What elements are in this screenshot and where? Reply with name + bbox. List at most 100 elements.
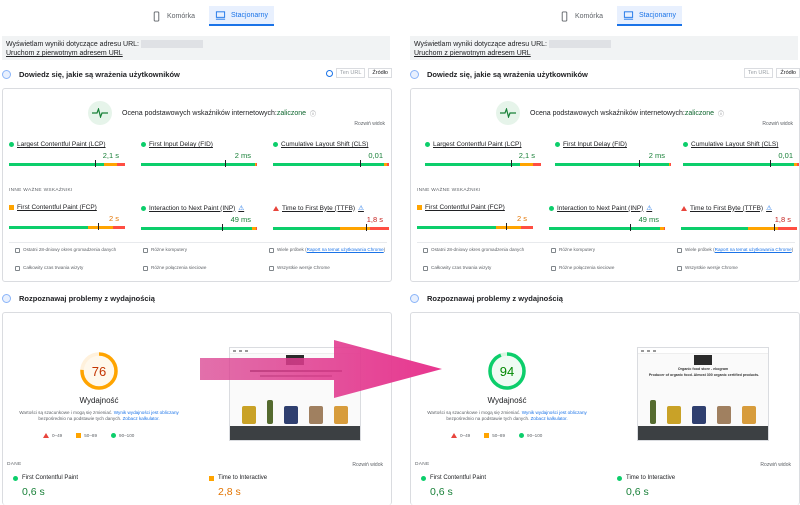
metric-ttfb-name[interactable]: Time to First Byte (TTFB) xyxy=(282,205,355,212)
lab-data-title: Rozpoznawaj problemy z wydajnością xyxy=(427,293,563,303)
metric-cls-value: 0,01 xyxy=(778,151,793,160)
footer-duration-text: Całkowity czas trwania wizyty xyxy=(431,265,492,270)
rerun-original-url-link[interactable]: Uruchom z pierwotnym adresem URL xyxy=(6,50,123,57)
legend-pass: 90–100 xyxy=(519,433,542,438)
note-text: Wartości są szacunkowe i mogą się zmieni… xyxy=(427,410,522,415)
metric-inp-name[interactable]: Interaction to Next Paint (INP) xyxy=(149,205,235,212)
toggle-origin[interactable]: Źródło xyxy=(776,68,800,78)
desktop-icon xyxy=(623,10,634,20)
score-note: Wartości są szacunkowe i mogą się zmieni… xyxy=(425,410,589,422)
experimental-icon: ⚠ xyxy=(646,205,653,212)
expand-view-link[interactable]: Rozwiń widok xyxy=(762,121,793,127)
footer-network-text: Różne połączenia sieciowe xyxy=(151,265,207,270)
tab-mobile[interactable]: Komórka xyxy=(145,6,201,26)
core-web-vitals-card: Ocena podstawowych wskaźników internetow… xyxy=(410,88,800,282)
pass-dot-icon xyxy=(683,142,688,147)
metric-fcp-value: 2 s xyxy=(108,214,119,223)
metric-inp-name[interactable]: Interaction to Next Paint (INP) xyxy=(557,205,643,212)
chrome-ux-report-link[interactable]: Raport na temat użytkowania Chrome xyxy=(715,247,792,252)
score-calc-link[interactable]: Wynik wydajności jest obliczany xyxy=(522,410,587,415)
metric-cls-value: 0,01 xyxy=(368,151,383,160)
score-calc-link[interactable]: Wynik wydajności jest obliczany xyxy=(114,410,179,415)
wifi-icon xyxy=(551,266,556,271)
help-icon[interactable]: ⓘ xyxy=(310,109,316,118)
expand-view-link[interactable]: Rozwiń widok xyxy=(354,121,385,127)
footer-samples-suffix: ) xyxy=(383,247,386,252)
placeholder-line xyxy=(260,375,332,377)
page-screenshot-thumbnail xyxy=(229,347,361,441)
metric-lcp-name[interactable]: Largest Contentful Paint (LCP) xyxy=(433,141,522,148)
metric-fid: First Input Delay (FID) 2 ms xyxy=(555,141,671,167)
metric-fid-name[interactable]: First Input Delay (FID) xyxy=(149,141,213,148)
pass-dot-icon xyxy=(421,475,426,481)
calculator-link[interactable]: Zobacz kalkulator. xyxy=(123,416,160,421)
metric-inp-distribution xyxy=(549,224,665,231)
metric-fcp: First Contentful Paint (FCP) 2 s xyxy=(417,204,533,230)
metric-fcp-name[interactable]: First Contentful Paint (FCP) xyxy=(17,204,97,211)
assessment-result: zaliczone xyxy=(684,109,715,117)
url-box: Wyświetlam wyniki dotyczące adresu URL: … xyxy=(410,36,798,60)
performance-card: 94 Wydajność Wartości są szacunkowe i mo… xyxy=(410,312,800,505)
chrome-icon xyxy=(269,266,274,271)
heartbeat-icon xyxy=(88,101,112,125)
footer-period: Ostatni 28-dniowy okres gromadzenia dany… xyxy=(15,247,133,253)
timer-icon xyxy=(423,266,428,271)
average-square-icon xyxy=(76,433,82,438)
legend-pass: 90–100 xyxy=(111,433,134,438)
metric-lcp-name[interactable]: Largest Contentful Paint (LCP) xyxy=(17,141,106,148)
toggle-this-url[interactable]: Ten URL xyxy=(744,68,774,78)
footer-divider xyxy=(417,242,795,243)
cwv-assessment: Ocena podstawowych wskaźników internetow… xyxy=(88,101,316,125)
cwv-assessment: Ocena podstawowych wskaźników internetow… xyxy=(496,101,724,125)
score-legend: 0–49 50–89 90–100 xyxy=(43,433,134,438)
footer-samples: Wiele próbek (Raport na temat użytkowani… xyxy=(677,247,795,253)
expand-lab-view-link[interactable]: Rozwiń widok xyxy=(352,462,383,468)
score-note: Wartości są szacunkowe i mogą się zmieni… xyxy=(17,410,181,422)
metric-cls-name[interactable]: Cumulative Layout Shift (CLS) xyxy=(691,141,778,148)
footer-period: Ostatni 28-dniowy okres gromadzenia dany… xyxy=(423,247,541,253)
url-origin-toggle: Ten URL Źródło xyxy=(326,68,392,78)
pass-dot-icon xyxy=(555,142,560,147)
info-icon[interactable] xyxy=(326,69,333,77)
metric-fid-name[interactable]: First Input Delay (FID) xyxy=(563,141,627,148)
rerun-original-url-link[interactable]: Uruchom z pierwotnym adresem URL xyxy=(414,50,531,57)
metric-ttfb-distribution xyxy=(273,224,389,231)
lab-data-heading: Rozpoznawaj problemy z wydajnością xyxy=(410,290,800,306)
performance-score: 76 xyxy=(91,363,107,379)
metric-fcp-name[interactable]: First Contentful Paint (FCP) xyxy=(425,204,505,211)
metric-fcp-distribution xyxy=(9,223,125,230)
performance-gauge: 76 xyxy=(79,351,119,391)
chrome-ux-report-link[interactable]: Raport na temat użytkowania Chrome xyxy=(307,247,384,252)
pass-dot-icon xyxy=(549,205,554,211)
legend-average: 50–89 xyxy=(76,433,97,438)
assessment-label: Ocena podstawowych wskaźników internetow… xyxy=(122,109,277,117)
help-icon[interactable]: ⓘ xyxy=(718,109,724,118)
phone-icon xyxy=(561,10,568,22)
tab-mobile[interactable]: Komórka xyxy=(553,6,609,26)
fail-triangle-icon xyxy=(681,205,687,211)
metric-cls-name[interactable]: Cumulative Layout Shift (CLS) xyxy=(281,141,368,148)
average-square-icon xyxy=(9,205,14,210)
metric-fid-value: 2 ms xyxy=(648,151,665,160)
performance-label: Wydajność xyxy=(487,396,527,405)
heartbeat-icon xyxy=(496,101,520,125)
tab-desktop-label: Stacjonarny xyxy=(231,11,268,19)
tab-desktop[interactable]: Stacjonarny xyxy=(617,6,682,26)
footer-samples-prefix: Wiele próbek ( xyxy=(685,247,715,252)
footer-versions: Wszystkie wersje Chrome xyxy=(677,265,795,271)
tab-desktop[interactable]: Stacjonarny xyxy=(209,6,274,26)
lab-data-icon xyxy=(2,293,11,303)
expand-lab-view-link[interactable]: Rozwiń widok xyxy=(760,462,791,468)
metric-ttfb-name[interactable]: Time to First Byte (TTFB) xyxy=(690,205,763,212)
average-square-icon xyxy=(209,475,214,481)
toggle-origin[interactable]: Źródło xyxy=(368,68,392,78)
core-web-vitals-card: Ocena podstawowych wskaźników internetow… xyxy=(2,88,392,282)
url-label: Wyświetlam wyniki dotyczące adresu URL: xyxy=(414,41,547,48)
calculator-link[interactable]: Zobacz kalkulator. xyxy=(531,416,568,421)
metric-inp: Interaction to Next Paint (INP) ⚠ 49 ms xyxy=(549,204,665,231)
footer-samples-suffix: ) xyxy=(791,247,794,252)
phone-icon xyxy=(153,10,160,22)
toggle-this-url[interactable]: Ten URL xyxy=(336,68,366,78)
metric-cls: Cumulative Layout Shift (CLS) 0,01 xyxy=(273,141,389,167)
performance-gauge: 94 xyxy=(487,351,527,391)
